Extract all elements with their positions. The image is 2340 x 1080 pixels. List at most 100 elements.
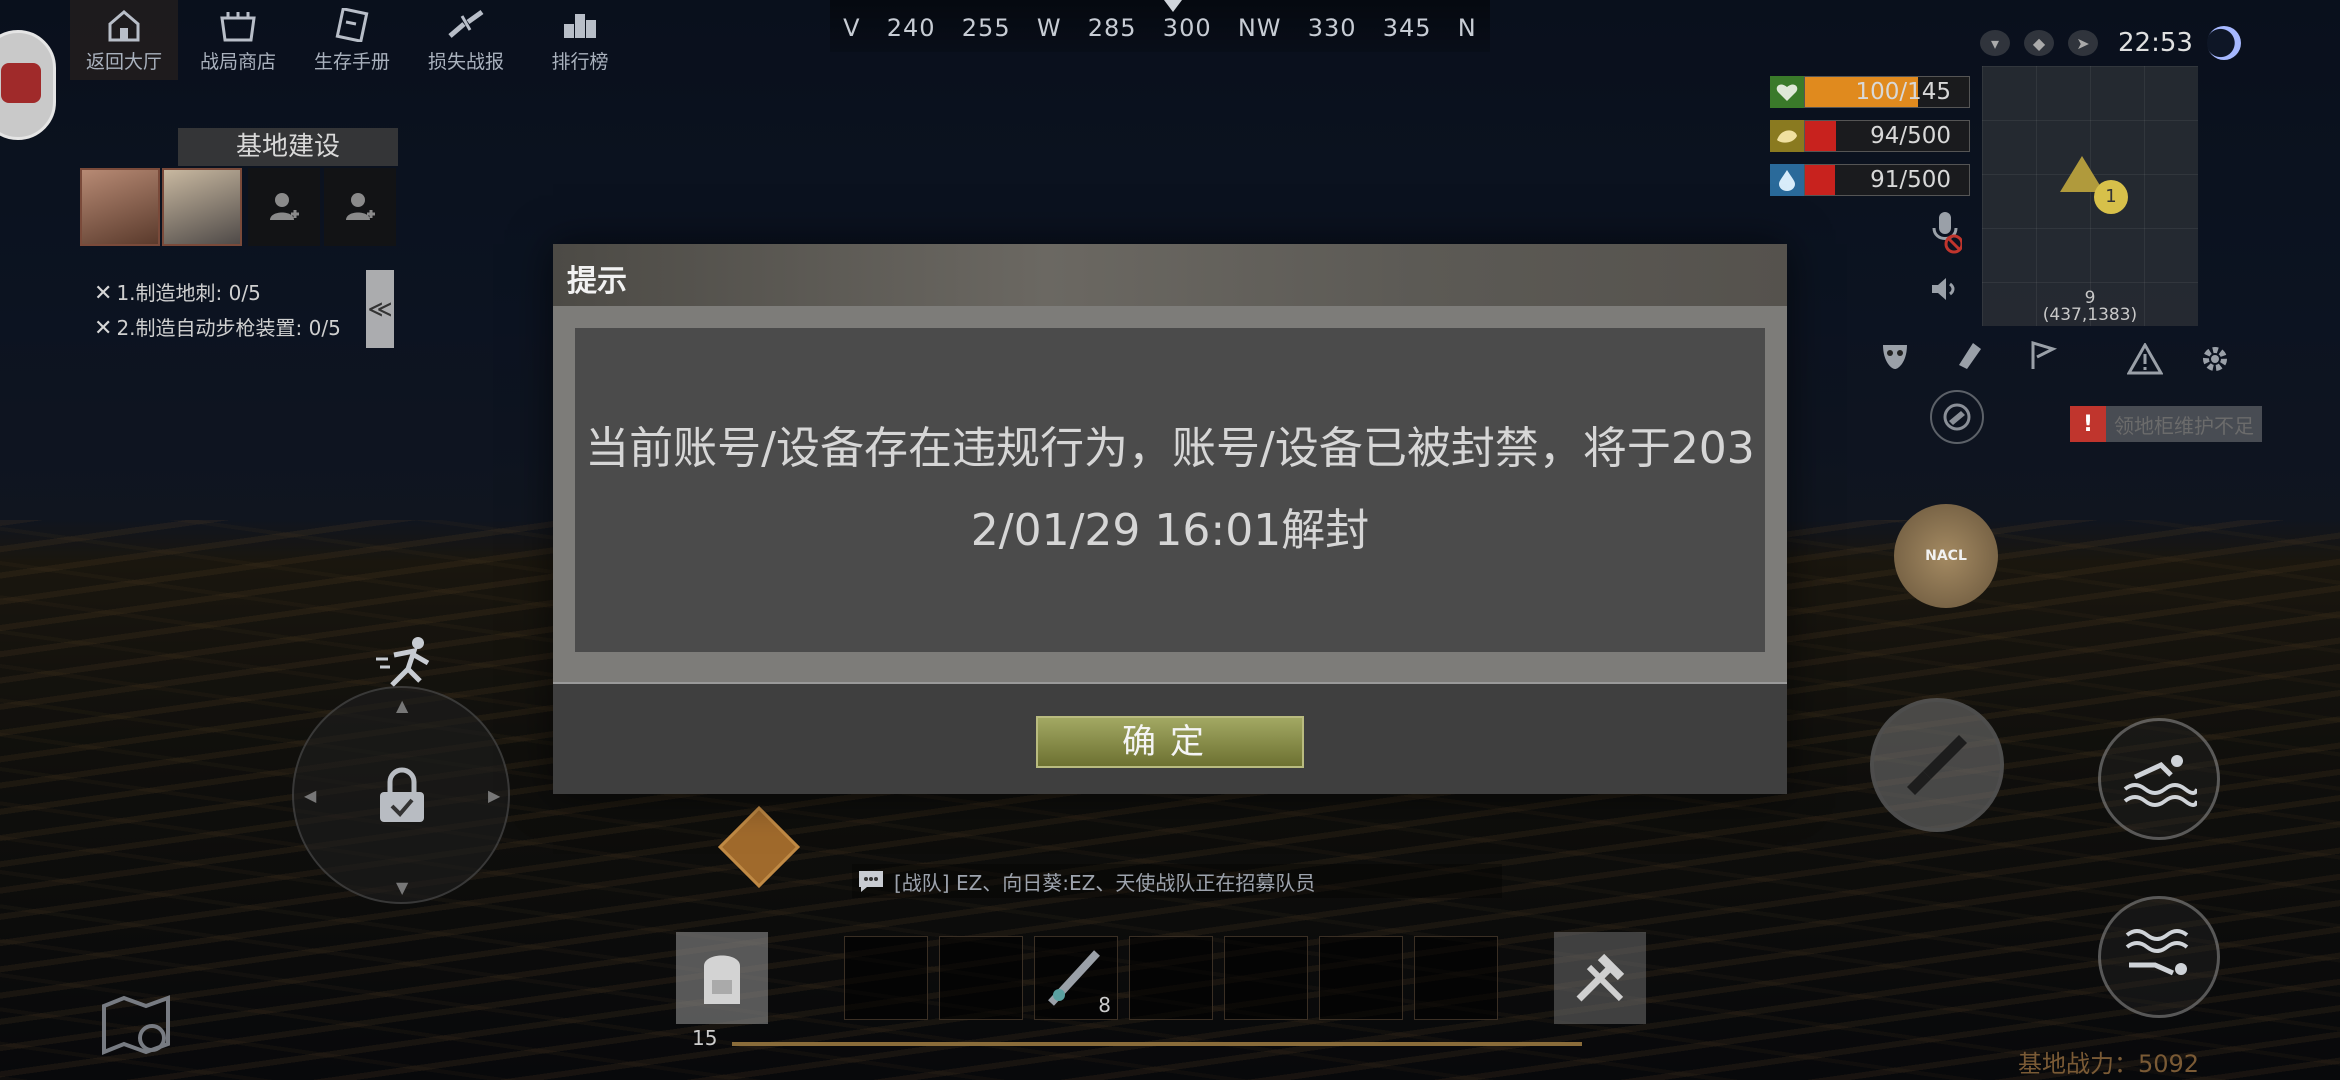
teammate-portrait[interactable] (80, 168, 160, 246)
compass-tick: NW (1237, 14, 1282, 42)
ranking-icon (560, 7, 600, 43)
swim-icon (2123, 755, 2197, 807)
movement-joystick[interactable]: ▲ ▼ ◀ ▶ (292, 686, 510, 904)
hotbar-slot[interactable] (1414, 936, 1498, 1020)
dialog-message: 当前账号/设备存在违规行为，账号/设备已被封禁，将于2032/01/29 16:… (585, 423, 1755, 556)
status-top-row: ▾ ◆ ➤ 22:53 (1980, 26, 2241, 60)
flag-icon (2031, 340, 2058, 369)
game-clock: 22:53 (2118, 28, 2193, 58)
map-coordinates: 9 (437,1383) (1982, 290, 2198, 324)
minimap[interactable]: 1 9 (437,1383) (1982, 66, 2198, 326)
swim-button[interactable] (2098, 718, 2220, 840)
warning-icon: ! (2070, 406, 2106, 442)
tag-button[interactable] (1946, 332, 1992, 378)
compass-tick: 240 (886, 14, 936, 42)
cross-icon: ✕ (94, 281, 113, 306)
signal-icon: ▾ (1980, 30, 2010, 56)
compass-tick: 300 (1162, 14, 1212, 42)
dialog-title: 提示 (567, 264, 627, 299)
chat-message: [战队] EZ、向日葵:EZ、天使战队正在招募队员 (894, 870, 1316, 895)
thirst-value: 91/500 (1870, 167, 1951, 193)
tag-icon (1959, 343, 1981, 369)
fish-icon: ➤ (2068, 30, 2098, 56)
crafting-button[interactable] (1554, 932, 1646, 1024)
map-coordinate-text: (437,1383) (2042, 305, 2138, 325)
chat-bar[interactable]: [战队] EZ、向日葵:EZ、天使战队正在招募队员 (852, 864, 1502, 898)
weapon-aim-button[interactable] (1930, 390, 1984, 444)
hotbar-slot[interactable] (1224, 936, 1308, 1020)
menu-ranking-button[interactable]: 排行榜 (526, 0, 634, 80)
hotbar-slot[interactable] (1319, 936, 1403, 1020)
mask-icon (1883, 345, 1907, 369)
gear-icon (2203, 347, 2227, 371)
territory-warning-text: 领地柜维护不足 (2114, 413, 2254, 438)
alert-button[interactable] (2122, 336, 2168, 382)
arrow-right-icon: ▶ (488, 786, 501, 805)
player-avatar-badge[interactable] (0, 30, 56, 140)
hammer-wrench-icon (1576, 953, 1625, 1002)
base-building-title: 基地建设 (178, 128, 398, 166)
menu-ranking-label: 排行榜 (551, 51, 609, 73)
dialog-footer: 确定 (553, 682, 1787, 794)
shop-icon (218, 7, 258, 43)
backpack-icon (704, 955, 740, 1004)
moon-icon (2206, 26, 2241, 60)
hotbar-slot[interactable] (1129, 936, 1213, 1020)
world-map-button[interactable] (96, 988, 178, 1062)
joystick-lock[interactable] (370, 764, 434, 828)
menu-lobby-label: 返回大厅 (85, 51, 162, 73)
backpack-count: 15 (692, 1026, 718, 1050)
compass-pointer (1164, 0, 1182, 12)
menu-manual-label: 生存手册 (313, 51, 390, 73)
menu-manual-button[interactable]: 生存手册 (298, 0, 406, 80)
compass-tick: 255 (961, 14, 1011, 42)
teammate-portrait[interactable] (162, 168, 242, 246)
hotbar-slot[interactable] (844, 936, 928, 1020)
sprint-button[interactable] (370, 632, 440, 694)
collapse-task-button[interactable]: ≪ (366, 270, 394, 348)
task-item[interactable]: ✕ 2.制造自动步枪装置: 0/5 (94, 311, 341, 346)
hunger-value: 94/500 (1870, 123, 1951, 149)
confirm-button[interactable]: 确定 (1036, 716, 1304, 768)
menu-shop-button[interactable]: 战局商店 (184, 0, 292, 80)
territory-warning-badge[interactable]: ! 领地柜维护不足 (2070, 406, 2262, 442)
mask-button[interactable] (1872, 332, 1918, 378)
menu-lobby-button[interactable]: 返回大厅 (70, 0, 178, 80)
task-item[interactable]: ✕ 1.制造地刺: 0/5 (94, 276, 341, 311)
compass-tick: 285 (1087, 14, 1137, 42)
add-user-icon (346, 193, 375, 220)
base-power-text: 基地战力：5092 (2018, 1050, 2200, 1078)
dialog-message-box: 当前账号/设备存在违规行为，账号/设备已被封禁，将于2032/01/29 16:… (575, 328, 1765, 652)
health-value: 100/145 (1855, 79, 1951, 105)
menu-loss-report-button[interactable]: 损失战报 (412, 0, 520, 80)
food-icon (1770, 120, 1804, 152)
add-teammate-button[interactable] (248, 168, 320, 246)
dive-icon (2125, 929, 2189, 976)
boat-icon: ◆ (2024, 30, 2054, 56)
nacl-item-button[interactable]: NACL (1894, 504, 1998, 608)
compass-tick: W (1036, 14, 1062, 42)
settings-button[interactable] (2192, 336, 2238, 382)
quick-icons-left (1872, 332, 2066, 378)
add-teammate-button[interactable] (324, 168, 396, 246)
chat-bubble-icon (856, 869, 886, 893)
task-label: 2.制造自动步枪装置: 0/5 (116, 316, 341, 340)
map-icon (102, 995, 170, 1055)
melee-attack-button[interactable] (1870, 698, 2004, 832)
hotbar-slot[interactable]: 8 (1034, 936, 1118, 1020)
task-label: 1.制造地刺: 0/5 (116, 281, 261, 305)
water-drop-icon (1770, 164, 1804, 196)
arrow-down-icon: ▼ (396, 878, 409, 897)
dive-button[interactable] (2098, 896, 2220, 1018)
knife-icon (1907, 735, 1967, 795)
compass-tick: 330 (1307, 14, 1357, 42)
backpack-button[interactable] (676, 932, 768, 1024)
broken-weapon-icon (446, 7, 486, 43)
arrow-left-icon: ◀ (304, 786, 317, 805)
warning-triangle-icon (2127, 343, 2163, 375)
mic-muted-icon (1932, 212, 1962, 254)
flag-button[interactable] (2020, 332, 2066, 378)
speaker-button[interactable] (1928, 272, 1962, 306)
hotbar-slot[interactable] (939, 936, 1023, 1020)
mic-muted-button[interactable] (1928, 210, 1962, 254)
